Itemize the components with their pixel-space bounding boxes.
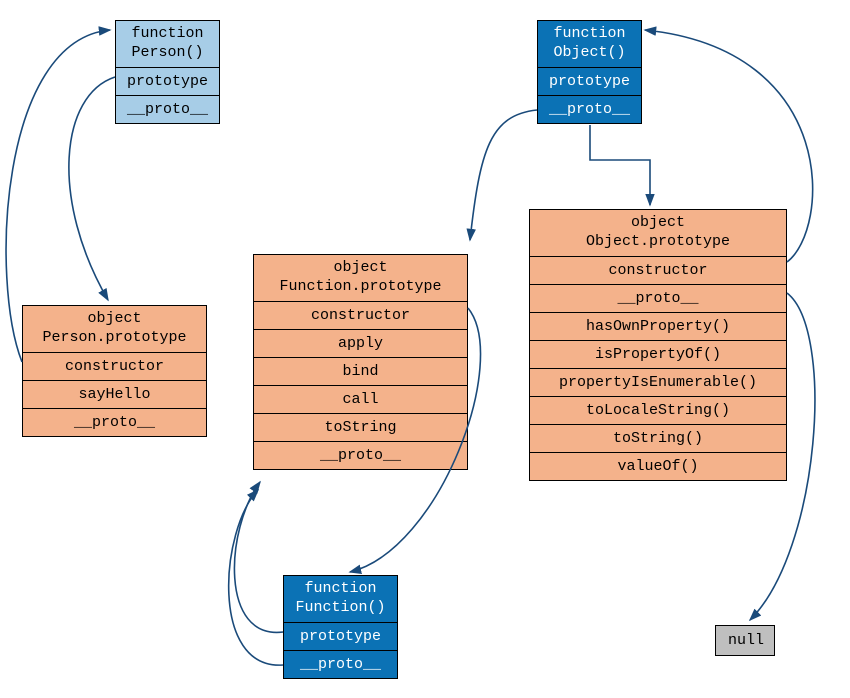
node-function-function: function Function() prototype __proto__	[283, 575, 398, 679]
node-person-prototype: object Person.prototype constructor sayH…	[22, 305, 207, 437]
prop-proto: __proto__	[254, 442, 467, 469]
prop-valueof: valueOf()	[530, 453, 786, 480]
prop-prototype: prototype	[284, 623, 397, 651]
prop-proto: __proto__	[116, 96, 219, 123]
prop-prototype: prototype	[116, 68, 219, 96]
prop-constructor: constructor	[23, 353, 206, 381]
prop-prototype: prototype	[538, 68, 641, 96]
title-line1: object	[333, 259, 387, 276]
title-line2: Object()	[553, 44, 625, 61]
node-title: function Object()	[538, 21, 641, 68]
title-line1: function	[131, 25, 203, 42]
node-function-person: function Person() prototype __proto__	[115, 20, 220, 124]
node-title: function Person()	[116, 21, 219, 68]
title-line1: function	[304, 580, 376, 597]
prop-proto: __proto__	[538, 96, 641, 123]
node-title: object Person.prototype	[23, 306, 206, 353]
title-line2: Person()	[131, 44, 203, 61]
title-line2: Function()	[295, 599, 385, 616]
prop-proto: __proto__	[23, 409, 206, 436]
prop-tostring: toString()	[530, 425, 786, 453]
prop-proto: __proto__	[284, 651, 397, 678]
node-title: object Function.prototype	[254, 255, 467, 302]
title-line2: Person.prototype	[42, 329, 186, 346]
title-line1: function	[553, 25, 625, 42]
prop-constructor: constructor	[530, 257, 786, 285]
node-object-prototype: object Object.prototype constructor __pr…	[529, 209, 787, 481]
prop-sayhello: sayHello	[23, 381, 206, 409]
node-null: null	[715, 625, 775, 656]
node-function-prototype: object Function.prototype constructor ap…	[253, 254, 468, 470]
prop-hasownproperty: hasOwnProperty()	[530, 313, 786, 341]
title-line1: object	[631, 214, 685, 231]
prop-propertyisenumerable: propertyIsEnumerable()	[530, 369, 786, 397]
title-line1: object	[87, 310, 141, 327]
title-line2: Function.prototype	[279, 278, 441, 295]
title-line2: Object.prototype	[586, 233, 730, 250]
prop-tolocalestring: toLocaleString()	[530, 397, 786, 425]
prop-proto: __proto__	[530, 285, 786, 313]
null-label: null	[728, 632, 764, 649]
prop-apply: apply	[254, 330, 467, 358]
prop-constructor: constructor	[254, 302, 467, 330]
node-title: function Function()	[284, 576, 397, 623]
prop-bind: bind	[254, 358, 467, 386]
prop-ispropertyof: isPropertyOf()	[530, 341, 786, 369]
prop-call: call	[254, 386, 467, 414]
node-title: object Object.prototype	[530, 210, 786, 257]
node-function-object: function Object() prototype __proto__	[537, 20, 642, 124]
prop-tostring: toString	[254, 414, 467, 442]
